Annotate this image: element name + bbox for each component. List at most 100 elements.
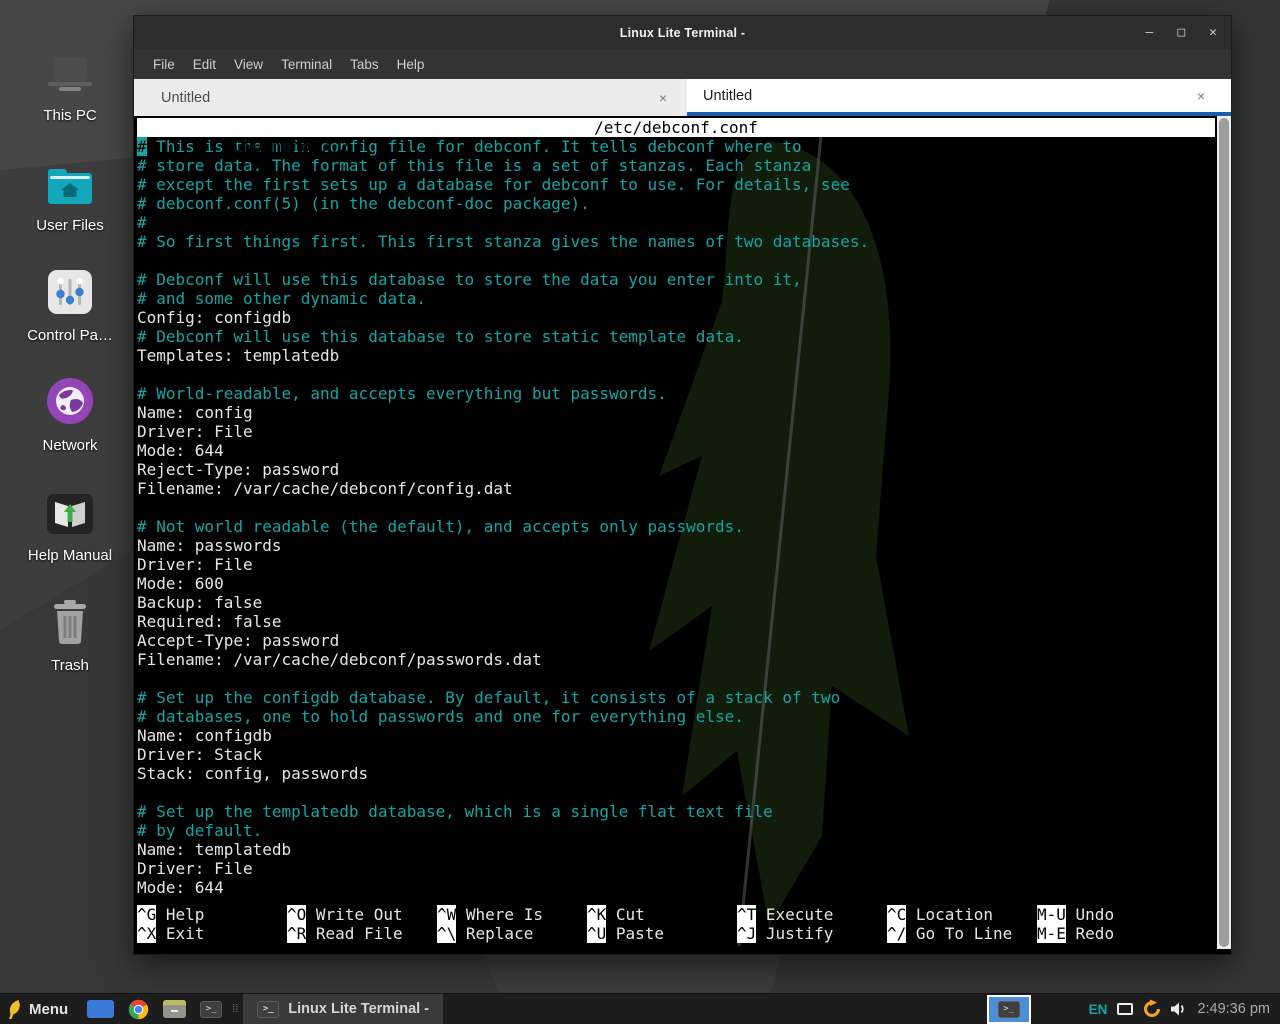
nano-shortcut: ^K Cut xyxy=(587,905,737,924)
editor-line: Required: false xyxy=(137,612,1215,631)
scrollbar-thumb[interactable] xyxy=(1219,118,1229,947)
nano-shortcut: ^J Justify xyxy=(737,924,887,943)
desktop-icon-label: Network xyxy=(42,437,97,454)
desktop-icon-label: Help Manual xyxy=(28,547,112,564)
editor-line: # except the first sets up a database fo… xyxy=(137,175,1215,194)
help-manual-icon xyxy=(46,493,94,540)
editor-line: Stack: config, passwords xyxy=(137,764,1215,783)
editor-line: Filename: /var/cache/debconf/config.dat xyxy=(137,479,1215,498)
menu-button[interactable]: Menu xyxy=(29,1001,68,1018)
nano-shortcut: ^W Where Is xyxy=(437,905,587,924)
taskbar-window-button[interactable]: >_ Linux Lite Terminal - xyxy=(243,994,443,1024)
chrome-icon[interactable] xyxy=(128,999,149,1020)
file-manager-icon[interactable] xyxy=(163,1000,186,1018)
nano-filename: /etc/debconf.conf xyxy=(137,118,1215,137)
desktop-icon-label: Trash xyxy=(51,657,89,674)
trash-icon xyxy=(50,599,90,650)
editor-line xyxy=(137,783,1215,802)
editor-text-area[interactable]: # This is the main config file for debco… xyxy=(137,137,1215,897)
menu-item-view[interactable]: View xyxy=(225,53,272,76)
editor-line: # xyxy=(137,213,1215,232)
terminal-pane[interactable]: GNU nano 7.2 /etc/debconf.conf # This is… xyxy=(134,116,1231,949)
desktop-icon-label: User Files xyxy=(36,217,104,234)
desktop-icon-label: Control Pa… xyxy=(27,327,113,344)
editor-line: # by default. xyxy=(137,821,1215,840)
terminal-window: Linux Lite Terminal - – □ ✕ FileEditView… xyxy=(133,15,1232,955)
editor-line: Name: passwords xyxy=(137,536,1215,555)
menu-bar: FileEditViewTerminalTabsHelp xyxy=(134,49,1231,79)
nano-titlebar: GNU nano 7.2 /etc/debconf.conf xyxy=(137,118,1215,137)
editor-line: Driver: File xyxy=(137,422,1215,441)
desktop-icon-trash[interactable]: Trash xyxy=(8,572,132,682)
nano-shortcut: ^U Paste xyxy=(587,924,737,943)
editor-line: # databases, one to hold passwords and o… xyxy=(137,707,1215,726)
desktop-icon-user-files[interactable]: User Files xyxy=(8,132,132,242)
menu-item-file[interactable]: File xyxy=(144,53,184,76)
menu-item-edit[interactable]: Edit xyxy=(184,53,225,76)
keyboard-layout-indicator[interactable]: EN xyxy=(1089,1002,1108,1017)
desktop-icon-network[interactable]: Network xyxy=(8,352,132,462)
editor-line: # Not world readable (the default), and … xyxy=(137,517,1215,536)
window-title: Linux Lite Terminal - xyxy=(620,26,746,40)
tab-label: Untitled xyxy=(161,90,657,106)
desktop-icon-help-manual[interactable]: Help Manual xyxy=(8,462,132,572)
nano-shortcut-bar: ^G Help^X Exit^O Write Out^R Read File^W… xyxy=(137,905,1215,943)
tab-close-icon[interactable]: × xyxy=(1195,88,1207,104)
editor-line xyxy=(137,669,1215,688)
desktop-icon-column: This PC User Files xyxy=(8,22,132,682)
editor-line: # World-readable, and accepts everything… xyxy=(137,384,1215,403)
terminal-scrollbar[interactable] xyxy=(1217,116,1231,949)
clock[interactable]: 2:49:36 pm xyxy=(1197,1001,1270,1017)
editor-line: # Set up the configdb database. By defau… xyxy=(137,688,1215,707)
nano-shortcut: ^C Location xyxy=(887,905,1037,924)
laptop-icon xyxy=(44,55,96,100)
tray-terminal-icon[interactable]: >_ xyxy=(987,995,1031,1024)
tab-untitled-1[interactable]: Untitled × xyxy=(134,79,687,116)
editor-line: Accept-Type: password xyxy=(137,631,1215,650)
editor-line: Config: configdb xyxy=(137,308,1215,327)
nano-shortcut: M-U Undo xyxy=(1037,905,1114,924)
tab-bar: Untitled × Untitled × xyxy=(134,79,1231,116)
editor-line xyxy=(137,365,1215,384)
taskbar: Menu >_ ⁞⁞ >_ Linux Lite Terminal - >_ E… xyxy=(0,993,1280,1024)
editor-line: # Set up the templatedb database, which … xyxy=(137,802,1215,821)
folder-home-icon xyxy=(46,168,94,210)
desktop-icon-this-pc[interactable]: This PC xyxy=(8,22,132,132)
editor-line xyxy=(137,251,1215,270)
editor-line: Mode: 644 xyxy=(137,878,1215,897)
nano-shortcut: ^O Write Out xyxy=(287,905,437,924)
editor-line: Driver: Stack xyxy=(137,745,1215,764)
menu-item-help[interactable]: Help xyxy=(388,53,434,76)
menu-item-tabs[interactable]: Tabs xyxy=(341,53,388,76)
tab-close-icon[interactable]: × xyxy=(657,90,669,106)
desktop-icon-label: This PC xyxy=(43,107,96,124)
updates-tray-icon[interactable] xyxy=(1142,999,1162,1019)
globe-icon xyxy=(46,377,94,430)
desktop-icon-control-panel[interactable]: Control Pa… xyxy=(8,242,132,352)
close-button[interactable]: ✕ xyxy=(1209,26,1217,39)
nano-shortcut: ^\ Replace xyxy=(437,924,587,943)
maximize-button[interactable]: □ xyxy=(1177,26,1185,39)
editor-line: Templates: templatedb xyxy=(137,346,1215,365)
menu-item-terminal[interactable]: Terminal xyxy=(272,53,341,76)
tab-untitled-2[interactable]: Untitled × xyxy=(687,79,1231,116)
terminal-launcher-icon[interactable]: >_ xyxy=(200,1001,222,1018)
linux-lite-logo-icon[interactable] xyxy=(7,999,22,1020)
tab-label: Untitled xyxy=(703,88,1195,104)
minimize-button[interactable]: – xyxy=(1146,26,1154,39)
editor-line xyxy=(137,498,1215,517)
editor-line: Mode: 644 xyxy=(137,441,1215,460)
panel-drag-handle[interactable]: ⁞⁞ xyxy=(232,1005,238,1014)
editor-line: Name: templatedb xyxy=(137,840,1215,859)
nano-shortcut: ^G Help xyxy=(137,905,287,924)
display-tray-icon[interactable] xyxy=(1117,1003,1133,1015)
nano-shortcut: ^R Read File xyxy=(287,924,437,943)
nano-shortcut: M-E Redo xyxy=(1037,924,1114,943)
terminal-icon: >_ xyxy=(257,1001,279,1018)
nano-shortcut: ^/ Go To Line xyxy=(887,924,1037,943)
nano-version: GNU nano 7.2 xyxy=(214,137,349,156)
workspace-pager[interactable] xyxy=(87,1000,114,1018)
editor-line: Driver: File xyxy=(137,555,1215,574)
window-titlebar[interactable]: Linux Lite Terminal - – □ ✕ xyxy=(134,16,1231,49)
volume-icon[interactable] xyxy=(1170,1001,1187,1017)
